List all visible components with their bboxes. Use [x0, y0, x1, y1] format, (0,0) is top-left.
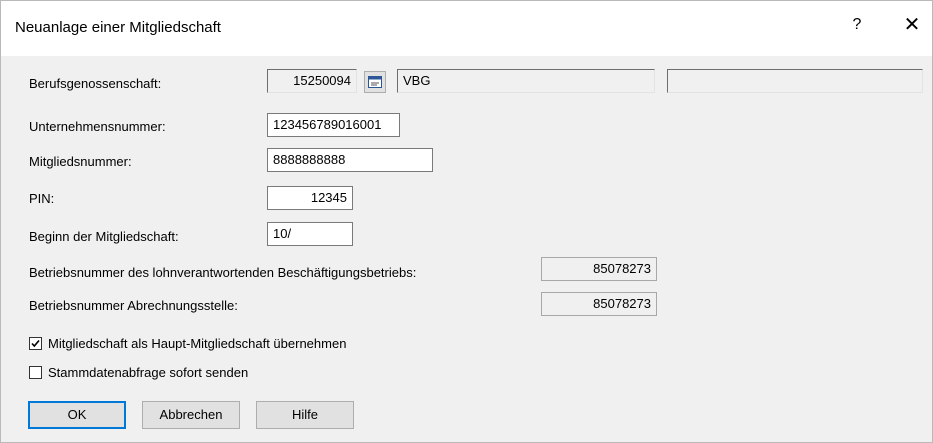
betriebsnummer-lohn-field[interactable]: 85078273 [541, 257, 657, 281]
betriebsnummer-abrechnung-field[interactable]: 85078273 [541, 292, 657, 316]
betriebsnummer-abrechnung-label: Betriebsnummer Abrechnungsstelle: [29, 298, 238, 313]
checkmark-icon [31, 339, 40, 348]
dialog-window: Neuanlage einer Mitgliedschaft ? ✕ Beruf… [0, 0, 933, 443]
haupt-mitgliedschaft-checkbox[interactable] [29, 337, 42, 350]
calendar-lookup-icon [368, 76, 382, 88]
help-button[interactable]: Hilfe [256, 401, 354, 429]
mitgliedsnummer-field[interactable]: 8888888888 [267, 148, 433, 172]
mitgliedsnummer-label: Mitgliedsnummer: [29, 154, 132, 169]
cancel-button[interactable]: Abbrechen [142, 401, 240, 429]
haupt-mitgliedschaft-label[interactable]: Mitgliedschaft als Haupt-Mitgliedschaft … [48, 336, 346, 351]
berufsgenossenschaft-number-field[interactable]: 15250094 [267, 69, 357, 93]
berufsgenossenschaft-name-field[interactable]: VBG [397, 69, 655, 93]
beginn-field[interactable]: 10/ [267, 222, 353, 246]
stammdatenabfrage-checkbox[interactable] [29, 366, 42, 379]
title-bar: Neuanlage einer Mitgliedschaft ? ✕ [1, 1, 932, 56]
stammdatenabfrage-label[interactable]: Stammdatenabfrage sofort senden [48, 365, 248, 380]
pin-field[interactable]: 12345 [267, 186, 353, 210]
berufsgenossenschaft-extra-field[interactable] [667, 69, 923, 93]
betriebsnummer-lohn-label: Betriebsnummer des lohnverantwortenden B… [29, 265, 417, 280]
lookup-button[interactable] [364, 71, 386, 93]
unternehmensnummer-label: Unternehmensnummer: [29, 119, 166, 134]
berufsgenossenschaft-label: Berufsgenossenschaft: [29, 76, 162, 91]
close-icon[interactable]: ✕ [901, 13, 923, 37]
help-icon[interactable]: ? [849, 13, 865, 37]
pin-label: PIN: [29, 191, 55, 206]
ok-button[interactable]: OK [28, 401, 126, 429]
unternehmensnummer-field[interactable]: 123456789016001 [267, 113, 400, 137]
dialog-title: Neuanlage einer Mitgliedschaft [15, 19, 221, 36]
beginn-label: Beginn der Mitgliedschaft: [29, 229, 179, 244]
